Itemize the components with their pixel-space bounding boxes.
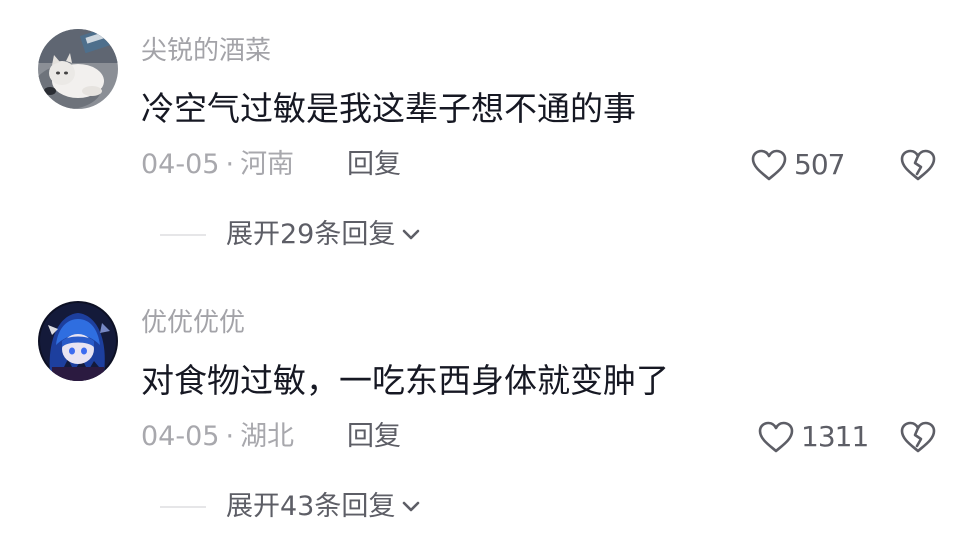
- heart-outline-icon: [751, 149, 787, 181]
- comment-meta: 04-05 · 湖北: [141, 418, 294, 456]
- like-button[interactable]: 1311: [757, 417, 869, 457]
- comment-date: 04-05: [141, 149, 220, 180]
- avatar[interactable]: [38, 301, 118, 381]
- meta-separator: ·: [225, 149, 235, 180]
- anime-character-avatar-icon: [38, 301, 118, 381]
- reply-button[interactable]: 回复: [347, 146, 401, 184]
- reply-button[interactable]: 回复: [347, 418, 401, 456]
- like-button[interactable]: 507: [750, 145, 845, 185]
- dislike-button[interactable]: [899, 147, 937, 183]
- heart-outline-icon: [758, 421, 794, 453]
- comment-location: 河南: [240, 149, 295, 180]
- like-count: 1311: [801, 420, 869, 453]
- broken-heart-icon: [900, 149, 936, 181]
- comment-text: 冷空气过敏是我这辈子想不通的事: [141, 89, 636, 128]
- expand-replies-button[interactable]: 展开29条回复: [160, 215, 421, 255]
- chevron-down-icon: [403, 501, 420, 512]
- meta-separator: ·: [225, 421, 235, 452]
- expand-replies-label: 展开43条回复: [226, 491, 396, 522]
- username[interactable]: 尖锐的酒菜: [141, 33, 271, 69]
- divider-line: [160, 506, 206, 508]
- username[interactable]: 优优优优: [141, 305, 245, 341]
- comment-date: 04-05: [141, 421, 220, 452]
- comment-meta: 04-05 · 河南: [141, 146, 294, 184]
- expand-replies-label: 展开29条回复: [226, 219, 396, 250]
- comment-text: 对食物过敏，一吃东西身体就变肿了: [141, 361, 669, 400]
- like-count: 507: [794, 148, 845, 181]
- broken-heart-icon: [900, 421, 936, 453]
- expand-replies-button[interactable]: 展开43条回复: [160, 487, 421, 527]
- avatar[interactable]: [38, 29, 118, 109]
- comment-item: 优优优优 对食物过敏，一吃东西身体就变肿了 04-05 · 湖北 回复 1311 展…: [0, 272, 980, 542]
- dislike-button[interactable]: [899, 419, 937, 455]
- cat-avatar-icon: [38, 29, 118, 109]
- comment-location: 湖北: [240, 421, 295, 452]
- chevron-down-icon: [403, 229, 420, 240]
- comment-item: 尖锐的酒菜 冷空气过敏是我这辈子想不通的事 04-05 · 河南 回复 507 展开…: [0, 0, 980, 270]
- divider-line: [160, 234, 206, 236]
